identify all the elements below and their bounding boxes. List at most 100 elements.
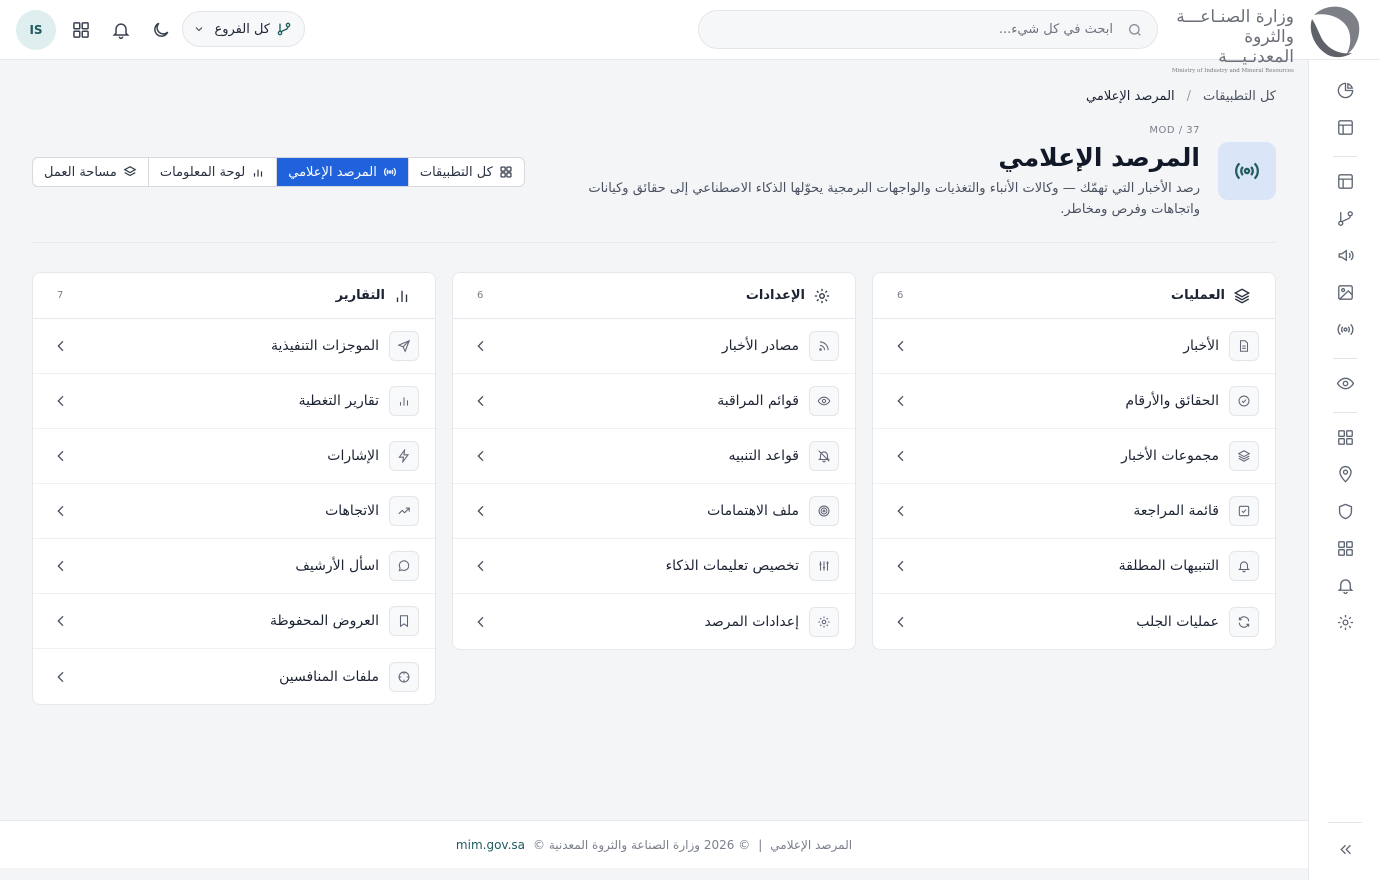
grid-icon [1336,428,1355,447]
list-item-ai-instructions[interactable]: تخصيص تعليمات الذكاء [453,539,855,594]
sidebar-divider [1328,822,1362,823]
list-item-triggered-alerts[interactable]: التنبيهات المطلقة [873,539,1275,594]
sidebar-item-alerts[interactable] [1335,575,1355,595]
dark-mode-toggle[interactable] [150,19,172,41]
apps-button[interactable] [70,19,92,41]
send-icon [389,331,419,361]
sidebar-item-security[interactable] [1335,501,1355,521]
chevron-left-icon [53,558,69,574]
card-settings: الإعدادات 6 مصادر الأخبار قوائم المراقبة… [452,272,856,650]
list-item-news[interactable]: الأخبار [873,319,1275,374]
crosshair-icon [389,661,419,692]
list-item-coverage-reports[interactable]: تقارير التغطية [33,374,435,429]
list-item-trends[interactable]: الاتجاهات [33,484,435,539]
list-item-alert-rules[interactable]: قواعد التنبيه [453,429,855,484]
sidebar-item-layout[interactable] [1335,117,1355,137]
chevron-left-icon [893,503,909,519]
bookmark-icon [389,606,419,636]
card-header: الإعدادات 6 [453,273,855,319]
footer: المرصد الإعلامي | © 2026 وزارة الصناعة و… [0,820,1308,868]
layout-icon [1336,118,1355,137]
chevron-left-icon [53,503,69,519]
grid-icon [1336,539,1355,558]
list-item-monitor-settings[interactable]: إعدادات المرصد [453,594,855,649]
list-item-news-groups[interactable]: مجموعات الأخبار [873,429,1275,484]
page-description: رصد الأخبار التي تهمّك — وكالات الأنباء … [588,181,1200,217]
list-item-label: ملف الاهتمامات [707,503,799,519]
chevron-left-icon [473,503,489,519]
message-circle-icon [389,551,419,581]
app-tabs: كل التطبيقات المرصد الإعلامي لوحة المعلو… [32,157,525,187]
list-item-saved-views[interactable]: العروض المحفوظة [33,594,435,649]
shield-icon [1336,502,1355,521]
list-item-news-sources[interactable]: مصادر الأخبار [453,319,855,374]
list-item-interest-profile[interactable]: ملف الاهتمامات [453,484,855,539]
user-avatar[interactable]: IS [16,10,56,50]
sidebar-collapse-button[interactable] [1335,839,1355,859]
list-item-label: الإشارات [327,448,379,464]
list-item-facts[interactable]: الحقائق والأرقام [873,374,1275,429]
sidebar-item-locations[interactable] [1335,464,1355,484]
file-text-icon [1229,331,1259,361]
list-item-fetch-runs[interactable]: عمليات الجلب [873,594,1275,649]
list-item-label: إعدادات المرصد [704,613,799,630]
card-header: العمليات 6 [873,273,1275,319]
bell-icon [1336,576,1355,595]
footer-link[interactable]: mim.gov.sa [456,838,525,852]
chevron-left-icon [53,338,69,354]
sidebar-item-settings[interactable] [1335,612,1355,632]
sidebar-item-announcements[interactable] [1335,245,1355,265]
list-item-executive-briefs[interactable]: الموجزات التنفيذية [33,319,435,374]
bell-icon [1229,551,1259,581]
footer-app-name: المرصد الإعلامي [770,837,853,852]
list-item-signals[interactable]: الإشارات [33,429,435,484]
global-search[interactable] [698,10,1158,49]
gear-icon [809,606,839,637]
sidebar-divider [1333,358,1357,359]
list-item-label: الحقائق والأرقام [1125,393,1219,409]
list-item-label: ملفات المنافسين [279,668,379,685]
sidebar-item-branches[interactable] [1335,208,1355,228]
tab-media-monitor[interactable]: المرصد الإعلامي [276,158,408,186]
chevron-left-icon [893,614,909,630]
branch-label: كل الفروع [214,21,270,37]
list-item-review-list[interactable]: قائمة المراجعة [873,484,1275,539]
list-item-watchlists[interactable]: قوائم المراقبة [453,374,855,429]
broadcast-icon [1336,320,1355,339]
tab-all-apps[interactable]: كل التطبيقات [407,158,524,186]
chevron-left-icon [473,558,489,574]
chevron-left-icon [473,393,489,409]
megaphone-icon [1336,246,1355,265]
branch-selector[interactable]: كل الفروع [182,11,305,47]
chevron-down-icon [193,23,205,35]
chevron-left-icon [53,448,69,464]
breadcrumb-root-link[interactable]: كل التطبيقات [1203,89,1276,104]
tab-dashboard[interactable]: لوحة المعلومات [147,158,276,186]
trending-up-icon [389,496,419,526]
sidebar-item-analytics[interactable] [1335,80,1355,100]
top-bar: وزارة الصنـاعـــة والثروة المعدنـيـــة M… [0,0,1380,74]
card-count: 6 [897,290,904,301]
eye-icon [809,386,839,416]
chevron-left-icon [473,614,489,630]
sidebar-item-media[interactable] [1335,282,1355,302]
sidebar-item-apps[interactable] [1335,427,1355,447]
tab-label: المرصد الإعلامي [288,164,377,180]
notifications-button[interactable] [110,19,132,41]
sidebar-item-modules[interactable] [1335,538,1355,558]
tab-workspace[interactable]: مساحة العمل [33,158,148,186]
list-item-competitor-profiles[interactable]: ملفات المنافسين [33,649,435,704]
bar-chart-icon [389,386,419,416]
sidebar-divider [1333,412,1357,413]
search-input[interactable] [713,11,1113,48]
sidebar-item-table[interactable] [1335,171,1355,191]
list-item-label: تقارير التغطية [298,393,379,409]
list-item-label: مجموعات الأخبار [1121,448,1219,464]
list-item-label: اسأل الأرشيف [295,558,379,574]
sidebar-item-watch[interactable] [1335,373,1355,393]
page-title: المرصد الإعلامي [998,143,1200,172]
bell-icon [111,20,131,40]
broadcast-icon [1233,157,1261,185]
list-item-ask-archive[interactable]: اسأل الأرشيف [33,539,435,594]
sidebar-item-media-monitor[interactable] [1335,319,1355,339]
